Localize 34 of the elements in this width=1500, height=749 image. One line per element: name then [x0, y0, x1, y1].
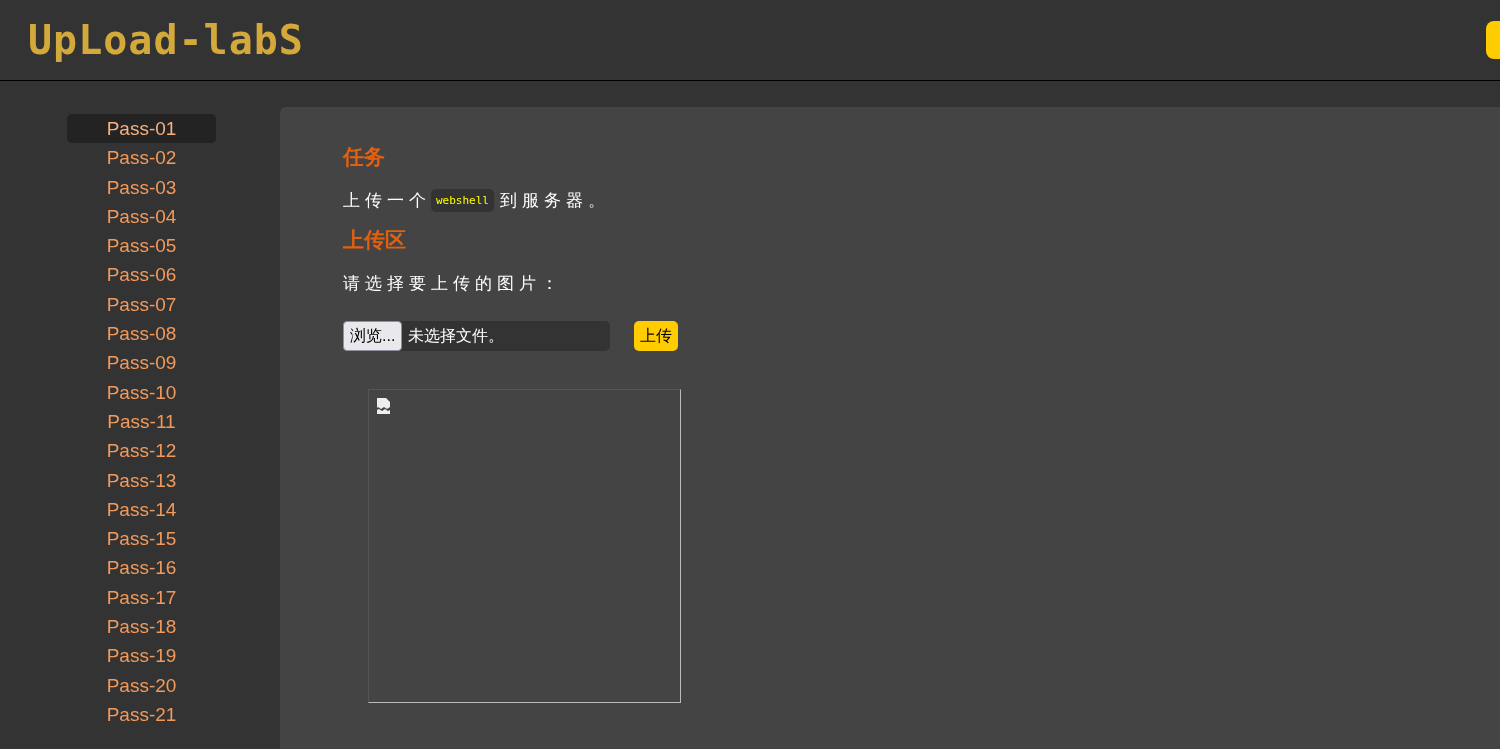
- sidebar-item[interactable]: Pass-04: [67, 201, 216, 232]
- sidebar-item[interactable]: Pass-07: [67, 289, 216, 320]
- sidebar-item[interactable]: Pass-05: [67, 231, 216, 261]
- sidebar-item[interactable]: Pass-10: [67, 377, 216, 407]
- sidebar-item[interactable]: Pass-09: [67, 348, 216, 378]
- browse-button[interactable]: 浏览...: [343, 321, 403, 351]
- sidebar-item[interactable]: Pass-03: [67, 172, 216, 202]
- file-status: 未选择文件。: [408, 325, 505, 346]
- file-input[interactable]: 浏览... 未选择文件。: [343, 321, 610, 351]
- sidebar-item[interactable]: Pass-16: [67, 553, 216, 583]
- code-snippet: webshell: [431, 189, 494, 212]
- site-logo: UpLoad-labS: [28, 17, 304, 63]
- task-text: 上传一个: [343, 190, 431, 212]
- upload-prompt: 请选择要上传的图片：: [343, 273, 563, 295]
- upload-button[interactable]: 上传: [634, 321, 678, 351]
- sidebar-item[interactable]: Pass-06: [67, 260, 216, 290]
- sidebar-item[interactable]: Pass-20: [67, 670, 216, 700]
- broken-image-icon: [376, 397, 392, 414]
- sidebar-item[interactable]: Pass-17: [67, 582, 216, 613]
- sidebar-item[interactable]: Pass-19: [67, 641, 216, 671]
- header-button[interactable]: [1486, 21, 1500, 59]
- sidebar-item[interactable]: Pass-02: [67, 143, 216, 173]
- sidebar-item[interactable]: Pass-08: [67, 319, 216, 349]
- sidebar-item[interactable]: Pass-18: [67, 612, 216, 642]
- sidebar-item[interactable]: Pass-21: [67, 699, 216, 730]
- sidebar-item[interactable]: Pass-14: [67, 494, 216, 525]
- sidebar-item[interactable]: Pass-11: [67, 406, 216, 437]
- sidebar-item[interactable]: Pass-12: [67, 436, 216, 466]
- task-heading: 任务: [343, 144, 386, 170]
- task-text: 到服务器。: [500, 190, 610, 212]
- sidebar-item[interactable]: Pass-13: [67, 465, 216, 495]
- sidebar-item[interactable]: Pass-15: [67, 524, 216, 554]
- upload-heading: 上传区: [343, 227, 407, 253]
- sidebar-item[interactable]: Pass-01: [67, 114, 216, 144]
